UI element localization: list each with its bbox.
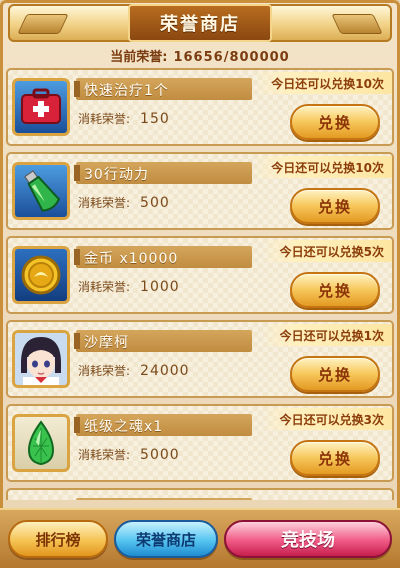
hero-portrait-icon: [12, 330, 70, 388]
shop-item-partial: [6, 488, 394, 500]
green-gem-icon: [12, 414, 70, 472]
exchange-button[interactable]: 兑换: [290, 356, 380, 392]
cost-label: 消耗荣誉:: [78, 364, 131, 378]
daily-limit: 今日还可以兑换5次: [261, 240, 392, 262]
item-name: 30行动力: [84, 167, 149, 183]
tab-leaderboard[interactable]: 排行榜: [8, 520, 108, 558]
shop-item: 纸级之魂x1 消耗荣誉: 5000 今日还可以兑换3次 兑换: [6, 404, 394, 482]
exchange-button[interactable]: 兑换: [290, 188, 380, 224]
shop-item: 30行动力 消耗荣誉: 500 今日还可以兑换10次 兑换: [6, 152, 394, 230]
exchange-button[interactable]: 兑换: [290, 272, 380, 308]
shop-item: 沙摩柯 消耗荣誉: 24000 今日还可以兑换1次 兑换: [6, 320, 394, 398]
current-honor: 当前荣誉: 16656/800000: [0, 46, 400, 65]
item-cost: 消耗荣誉: 1000: [78, 278, 180, 295]
cost-value: 1000: [140, 279, 180, 295]
page-title: 荣誉商店: [128, 4, 272, 42]
title-bar: 荣誉商店: [8, 4, 392, 42]
item-cost: 消耗荣誉: 150: [78, 110, 170, 127]
item-cost: 消耗荣誉: 500: [78, 194, 170, 211]
exchange-button[interactable]: 兑换: [290, 440, 380, 476]
item-name: 快速治疗1个: [84, 83, 169, 99]
cost-label: 消耗荣誉:: [78, 448, 131, 462]
current-honor-value: 16656/800000: [173, 50, 290, 65]
item-name: 纸级之魂x1: [84, 419, 164, 435]
cost-value: 500: [140, 195, 170, 211]
item-name: 金币 x10000: [84, 251, 179, 267]
daily-limit: 今日还可以兑换10次: [253, 72, 392, 94]
energy-potion-icon: [12, 162, 70, 220]
exchange-button[interactable]: 兑换: [290, 104, 380, 140]
shop-item-list[interactable]: 快速治疗1个 消耗荣誉: 150 今日还可以兑换10次 兑换 30行动力 消耗荣誉…: [6, 68, 394, 500]
item-cost: 消耗荣誉: 5000: [78, 446, 180, 463]
daily-limit: 今日还可以兑换3次: [261, 408, 392, 430]
daily-limit: 今日还可以兑换1次: [261, 324, 392, 346]
first-aid-kit-icon: [12, 78, 70, 136]
item-name: 沙摩柯: [84, 335, 129, 351]
cost-label: 消耗荣誉:: [78, 196, 131, 210]
gold-coin-icon: [12, 246, 70, 304]
cost-value: 150: [140, 111, 170, 127]
bottom-tab-bar: 排行榜 荣誉商店 竞技场: [0, 508, 400, 568]
cost-label: 消耗荣誉:: [78, 112, 131, 126]
current-honor-label: 当前荣誉:: [110, 50, 168, 65]
item-name-bar: [76, 498, 252, 500]
cost-label: 消耗荣誉:: [78, 280, 131, 294]
item-cost: 消耗荣誉: 24000: [78, 362, 190, 379]
shop-item: 快速治疗1个 消耗荣誉: 150 今日还可以兑换10次 兑换: [6, 68, 394, 146]
shop-item: 金币 x10000 消耗荣誉: 1000 今日还可以兑换5次 兑换: [6, 236, 394, 314]
daily-limit: 今日还可以兑换10次: [253, 156, 392, 178]
cost-value: 24000: [140, 363, 190, 379]
cost-value: 5000: [140, 447, 180, 463]
tab-arena[interactable]: 竞技场: [224, 520, 392, 558]
tab-honor-shop[interactable]: 荣誉商店: [114, 520, 218, 558]
